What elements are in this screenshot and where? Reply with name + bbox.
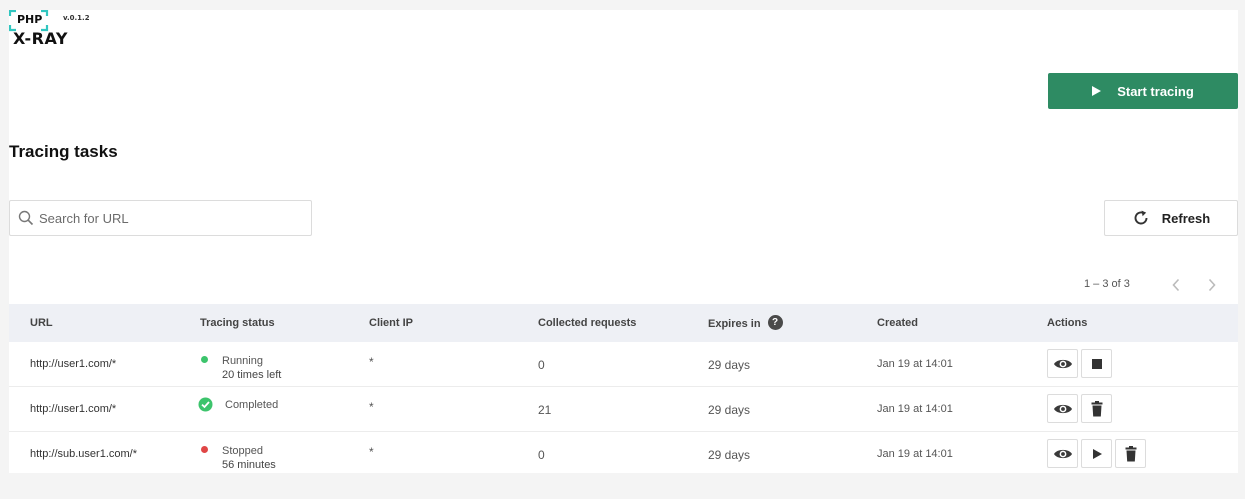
play-icon (1092, 448, 1102, 459)
status-dot-icon (201, 356, 208, 363)
eye-icon (1053, 404, 1072, 413)
start-tracing-label: Start tracing (1117, 83, 1194, 99)
table-row: http://user1.com/* Running 20 times left… (9, 342, 1238, 387)
view-button[interactable] (1047, 394, 1078, 423)
start-tracing-button[interactable]: Start tracing (1048, 73, 1238, 109)
row-collected-requests: 21 (538, 403, 552, 417)
row-expires-in: 29 days (708, 448, 751, 462)
row-created: Jan 19 at 14:01 (877, 448, 953, 460)
row-expires-in: 29 days (708, 358, 751, 372)
status-label: Running (222, 355, 263, 367)
delete-button[interactable] (1081, 394, 1112, 423)
header-url: URL (30, 317, 53, 329)
header-created: Created (877, 317, 918, 329)
refresh-label: Refresh (1161, 210, 1211, 226)
header-tracing-status: Tracing status (200, 317, 275, 329)
status-label: Completed (225, 399, 279, 411)
row-client-ip: * (369, 400, 374, 414)
stop-icon (1091, 358, 1102, 369)
status-detail: 20 times left (222, 369, 282, 381)
refresh-icon (1134, 210, 1148, 225)
status-detail: 56 minutes (222, 459, 276, 471)
row-collected-requests: 0 (538, 448, 545, 462)
version-label: v.0.1.2 (63, 14, 90, 22)
eye-icon (1053, 359, 1072, 368)
row-created: Jan 19 at 14:01 (877, 358, 953, 370)
table-row: http://sub.user1.com/* Stopped 56 minute… (9, 432, 1238, 476)
check-circle-icon (198, 397, 213, 412)
pagination-range: 1 – 3 of 3 (1084, 278, 1130, 290)
row-url: http://user1.com/* (30, 358, 117, 370)
header-client-ip: Client IP (369, 317, 414, 329)
row-actions (1047, 349, 1115, 378)
eye-icon (1053, 449, 1072, 458)
logo-php-text: PHP (17, 13, 43, 26)
row-expires-in: 29 days (708, 403, 751, 417)
header-expires-in: Expires in ? (708, 315, 783, 330)
trash-icon (1125, 445, 1136, 461)
search-field[interactable] (9, 200, 312, 236)
row-url: http://user1.com/* (30, 403, 117, 415)
tracing-tasks-table: URL Tracing status Client IP Collected r… (9, 304, 1238, 476)
row-created: Jan 19 at 14:01 (877, 403, 953, 415)
row-client-ip: * (369, 445, 374, 459)
view-button[interactable] (1047, 349, 1078, 378)
table-header: URL Tracing status Client IP Collected r… (9, 304, 1238, 342)
resume-button[interactable] (1081, 439, 1112, 468)
play-icon (1092, 86, 1102, 96)
search-input[interactable] (37, 209, 301, 227)
row-actions (1047, 439, 1149, 468)
header-collected-requests: Collected requests (538, 317, 637, 329)
view-button[interactable] (1047, 439, 1078, 468)
row-collected-requests: 0 (538, 358, 545, 372)
status-label: Stopped (222, 445, 263, 457)
row-client-ip: * (369, 355, 374, 369)
status-dot-icon (201, 446, 208, 453)
delete-button[interactable] (1115, 439, 1146, 468)
php-xray-logo: PHP X-RAY v.0.1.2 (9, 10, 99, 50)
stop-button[interactable] (1081, 349, 1112, 378)
header-expires-label: Expires in (708, 317, 761, 330)
logo-xray-text: X-RAY (13, 29, 68, 48)
refresh-button[interactable]: Refresh (1104, 200, 1238, 236)
table-row: http://user1.com/* Completed * 21 29 day… (9, 387, 1238, 432)
search-icon (18, 210, 34, 226)
trash-icon (1091, 400, 1102, 416)
row-url: http://sub.user1.com/* (30, 448, 137, 460)
header-actions: Actions (1047, 317, 1088, 329)
help-icon[interactable]: ? (767, 315, 783, 330)
chevron-right-icon[interactable] (1207, 278, 1217, 292)
row-actions (1047, 394, 1115, 423)
chevron-left-icon[interactable] (1171, 278, 1181, 292)
page-title: Tracing tasks (9, 142, 118, 161)
main-page: PHP X-RAY v.0.1.2 Start tracing Tracing … (9, 10, 1238, 473)
